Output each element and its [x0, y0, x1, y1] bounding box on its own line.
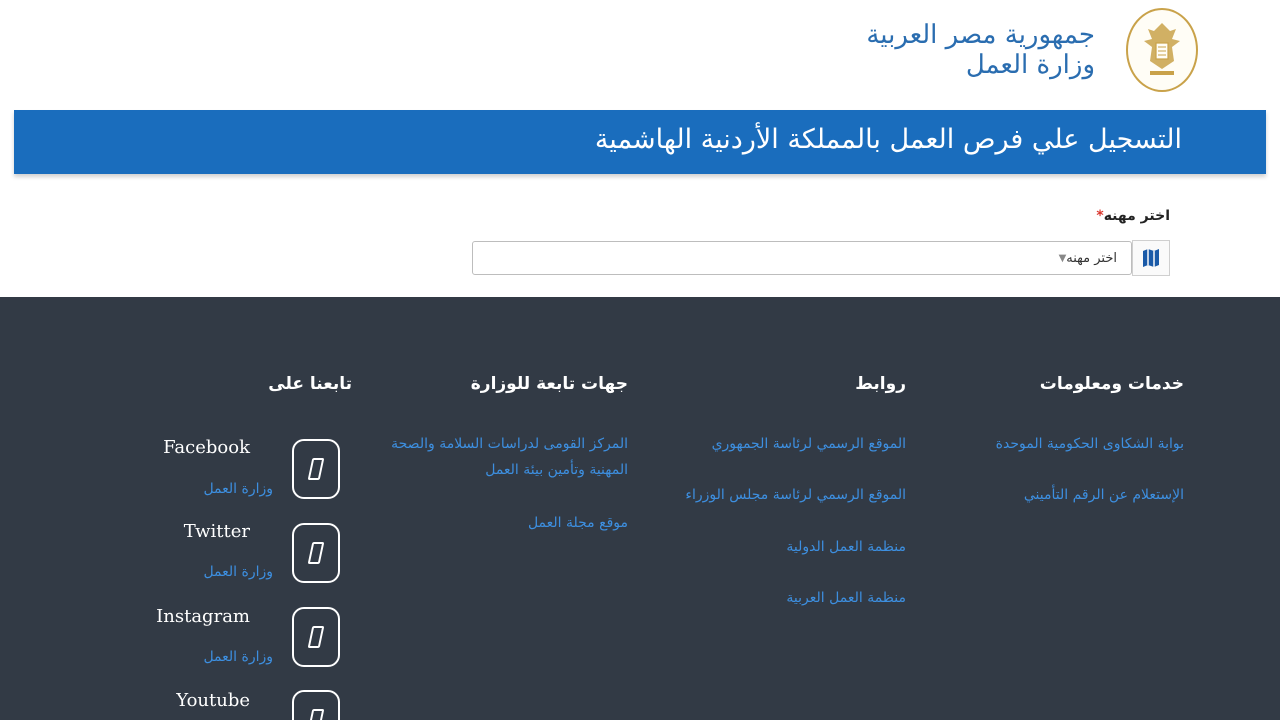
header-titles: جمهورية مصر العربية وزارة العمل	[866, 20, 1095, 80]
caret-down-icon: ▼	[1058, 252, 1067, 264]
profession-select-group: اختر مهنه ▼	[472, 240, 1170, 276]
site-footer: خدمات ومعلومات بوابة الشكاوى الحكومية ال…	[0, 297, 1280, 720]
site-header: جمهورية مصر العربية وزارة العمل	[0, 0, 1280, 108]
twitter-sub[interactable]: وزارة العمل	[203, 564, 273, 580]
twitter-icon[interactable]	[292, 523, 340, 583]
link-presidency[interactable]: الموقع الرسمي لرئاسة الجمهوري	[712, 431, 906, 457]
link-labour-magazine[interactable]: موقع مجلة العمل	[528, 510, 628, 536]
twitter-name[interactable]: Twitter	[184, 521, 250, 542]
affiliates-title: جهات تابعة للوزارة	[470, 374, 628, 394]
profession-select[interactable]: اختر مهنه ▼	[472, 241, 1132, 275]
profession-label-text: اختر مهنه	[1103, 208, 1170, 224]
facebook-sub[interactable]: وزارة العمل	[203, 481, 273, 497]
country-name: جمهورية مصر العربية	[866, 20, 1095, 50]
youtube-icon[interactable]	[292, 690, 340, 720]
ministry-name: وزارة العمل	[965, 50, 1095, 80]
facebook-name[interactable]: Facebook	[163, 437, 250, 458]
link-safety-center[interactable]: المركز القومى لدراسات السلامة والصحة الم…	[388, 431, 628, 483]
map-icon	[1132, 240, 1170, 276]
profession-label: اختر مهنه*	[1092, 208, 1170, 224]
follow-title: تابعنا على	[268, 374, 352, 394]
profession-select-value: اختر مهنه	[1066, 250, 1117, 266]
youtube-name[interactable]: Youtube	[176, 690, 250, 711]
required-mark: *	[1096, 208, 1104, 224]
link-insurance-inquiry[interactable]: الإستعلام عن الرقم التأميني	[1024, 482, 1184, 508]
links-title: روابط	[855, 374, 906, 394]
instagram-name[interactable]: Instagram	[156, 606, 250, 627]
page-title: التسجيل علي فرص العمل بالمملكة الأردنية …	[594, 124, 1182, 155]
facebook-icon[interactable]	[292, 439, 340, 499]
link-complaints-portal[interactable]: بوابة الشكاوى الحكومية الموحدة	[996, 431, 1184, 457]
ministry-emblem-icon[interactable]	[1126, 8, 1198, 92]
link-arab-labour-org[interactable]: منظمة العمل العربية	[786, 585, 906, 611]
link-ilo[interactable]: منظمة العمل الدولية	[786, 534, 906, 560]
instagram-sub[interactable]: وزارة العمل	[203, 649, 273, 665]
page-banner: التسجيل علي فرص العمل بالمملكة الأردنية …	[14, 110, 1266, 174]
link-cabinet[interactable]: الموقع الرسمي لرئاسة مجلس الوزراء	[685, 482, 906, 508]
instagram-icon[interactable]	[292, 607, 340, 667]
services-title: خدمات ومعلومات	[1039, 374, 1184, 394]
